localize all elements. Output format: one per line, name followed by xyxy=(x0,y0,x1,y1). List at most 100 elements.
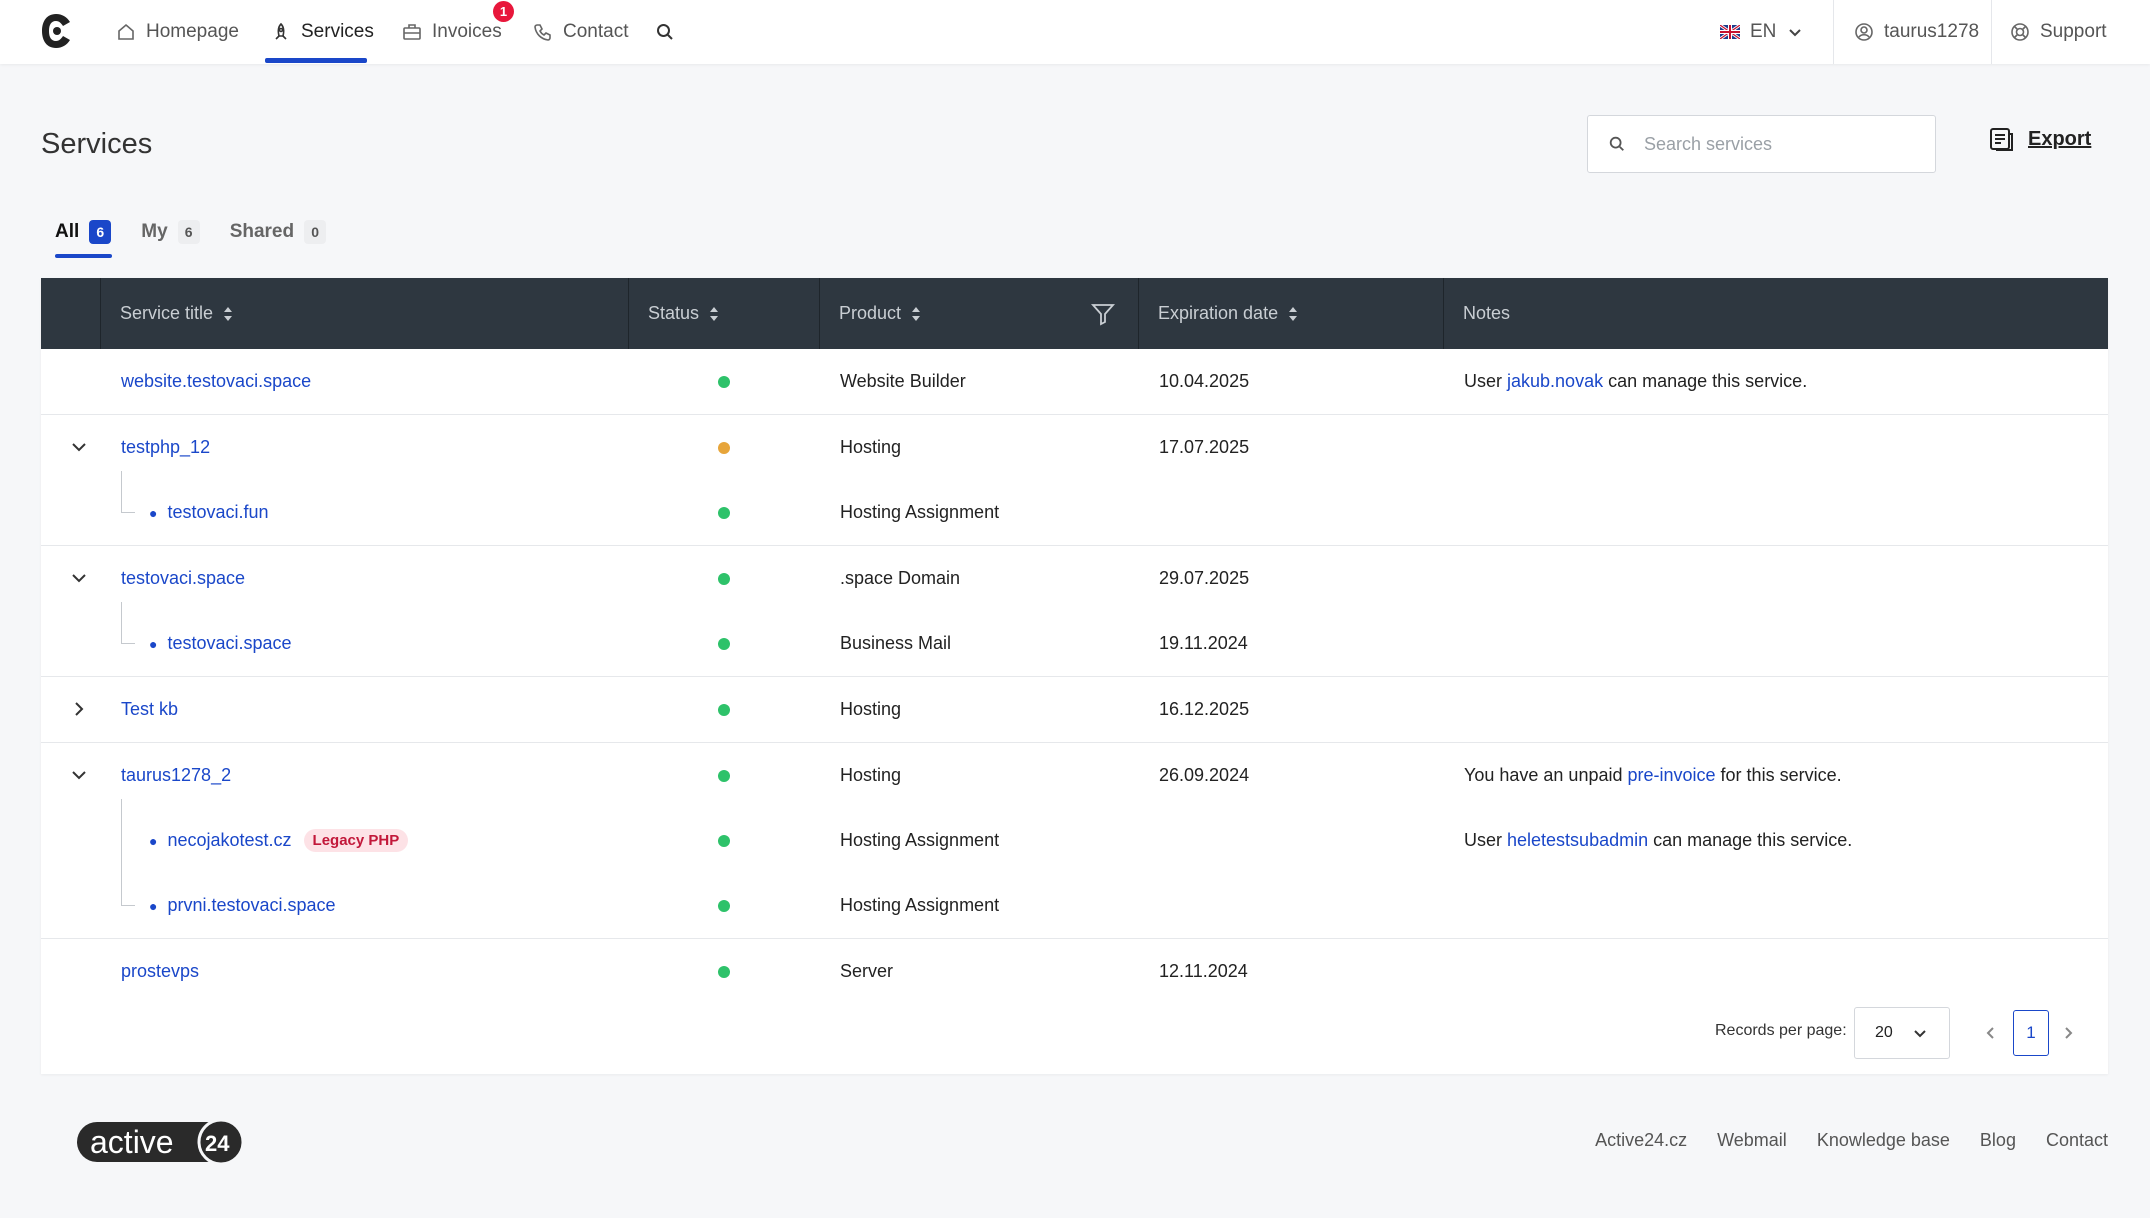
search-services-box[interactable] xyxy=(1587,115,1936,173)
records-per-page-select[interactable]: 20 xyxy=(1854,1007,1950,1059)
user-link[interactable]: heletestsubadmin xyxy=(1507,830,1648,851)
tab-my-count: 6 xyxy=(177,220,200,244)
user-menu[interactable]: taurus1278 xyxy=(1854,0,1979,64)
service-link[interactable]: website.testovaci.space xyxy=(121,371,311,392)
column-service-title-label: Service title xyxy=(120,303,214,323)
chevron-down-icon[interactable] xyxy=(69,437,89,457)
column-status[interactable]: Status xyxy=(628,278,719,349)
note-text: You have an unpaid xyxy=(1464,765,1628,785)
logo-text: active xyxy=(90,1124,174,1160)
search-icon xyxy=(657,24,673,40)
logo-icon[interactable] xyxy=(40,12,72,50)
status-active-dot xyxy=(718,506,730,519)
nav-search[interactable] xyxy=(655,0,675,64)
column-product-label: Product xyxy=(839,303,902,323)
chevron-down-icon[interactable] xyxy=(69,568,89,588)
phone-icon xyxy=(534,24,551,41)
column-service-title[interactable]: Service title xyxy=(100,278,233,349)
support-link[interactable]: Support xyxy=(2010,0,2107,64)
table-row: testovaci.space .space Domain 29.07.2025 xyxy=(41,546,2108,611)
logo-number: 24 xyxy=(205,1131,230,1156)
sort-icon[interactable] xyxy=(709,305,719,323)
table-row: ● prvni.testovaci.space Hosting Assignmen… xyxy=(41,873,2108,938)
footer-links: Active24.cz Webmail Knowledge base Blog … xyxy=(1595,1130,2108,1151)
column-expiration-date[interactable]: Expiration date xyxy=(1138,278,1298,349)
nav-services[interactable]: Services xyxy=(271,0,374,64)
service-group: taurus1278_2 Hosting 26.09.2024 You have… xyxy=(41,743,2108,939)
service-link[interactable]: taurus1278_2 xyxy=(121,765,231,786)
note-text: User xyxy=(1464,371,1508,391)
chevron-down-icon[interactable] xyxy=(69,765,89,785)
column-expiration-label: Expiration date xyxy=(1158,303,1279,323)
document-list-icon xyxy=(1990,128,2013,151)
chevron-down-icon xyxy=(1789,29,1802,37)
table-row: ● necojakotest.cz Legacy PHP Hosting Assig… xyxy=(41,808,2108,873)
sort-icon[interactable] xyxy=(911,305,921,323)
nav-active-indicator xyxy=(265,58,367,63)
language-selector[interactable]: EN xyxy=(1720,0,1804,64)
footer-link-webmail[interactable]: Webmail xyxy=(1717,1130,1787,1151)
notes-cell: User jakub.novak can manage this service… xyxy=(1464,349,1807,414)
column-product[interactable]: Product xyxy=(819,278,921,349)
footer-link-active24[interactable]: Active24.cz xyxy=(1595,1130,1687,1151)
service-group: Test kb Hosting 16.12.2025 xyxy=(41,677,2108,743)
service-link[interactable]: testovaci.space xyxy=(167,633,291,654)
expiration-cell: 29.07.2025 xyxy=(1159,568,1250,588)
product-cell: Hosting xyxy=(840,765,902,785)
sort-icon[interactable] xyxy=(223,305,233,323)
next-page-button[interactable] xyxy=(2050,1010,2086,1056)
nav-contact-label: Contact xyxy=(563,21,629,42)
expiration-cell: 17.07.2025 xyxy=(1159,437,1250,457)
sort-icon[interactable] xyxy=(1288,305,1298,323)
services-table: Service title Status Product Expiration … xyxy=(41,278,2108,1074)
tab-all[interactable]: All 6 xyxy=(55,220,112,244)
active24-logo[interactable]: active 24 xyxy=(76,1117,246,1173)
status-active-dot xyxy=(718,899,730,912)
service-link[interactable]: prostevps xyxy=(121,961,199,982)
nav-contact[interactable]: Contact xyxy=(533,0,628,64)
nav-divider xyxy=(1991,0,1992,64)
tab-shared[interactable]: Shared 0 xyxy=(230,220,327,244)
language-label: EN xyxy=(1750,21,1777,42)
service-link[interactable]: testphp_12 xyxy=(121,437,210,458)
chevron-right-icon[interactable] xyxy=(69,699,89,719)
product-cell: Business Mail xyxy=(840,633,952,653)
export-button[interactable]: Export xyxy=(1988,126,2091,152)
tab-my[interactable]: My 6 xyxy=(141,220,200,244)
table-row: testphp_12 Hosting 17.07.2025 xyxy=(41,415,2108,480)
status-active-dot xyxy=(718,375,730,388)
footer-link-knowledge-base[interactable]: Knowledge base xyxy=(1817,1130,1950,1151)
pre-invoice-link[interactable]: pre-invoice xyxy=(1628,765,1716,786)
search-input[interactable] xyxy=(1644,133,1904,155)
service-link[interactable]: prvni.testovaci.space xyxy=(167,895,335,916)
service-link[interactable]: necojakotest.cz xyxy=(167,830,291,851)
service-link[interactable]: Test kb xyxy=(121,699,178,720)
expiration-cell: 16.12.2025 xyxy=(1159,699,1250,719)
records-per-page-label: Records per page: xyxy=(1715,1022,1847,1039)
footer-link-blog[interactable]: Blog xyxy=(1980,1130,2016,1151)
support-label: Support xyxy=(2040,21,2107,42)
footer-link-contact[interactable]: Contact xyxy=(2046,1130,2108,1151)
expiration-cell: 10.04.2025 xyxy=(1159,371,1250,391)
lifebuoy-icon xyxy=(2011,23,2029,41)
service-group: website.testovaci.space Website Builder … xyxy=(41,349,2108,415)
page-number-button[interactable]: 1 xyxy=(2013,1010,2049,1056)
product-cell: Hosting Assignment xyxy=(840,502,1000,522)
briefcase-icon xyxy=(403,24,421,40)
product-cell: Hosting xyxy=(840,699,902,719)
expiration-cell: 26.09.2024 xyxy=(1159,765,1250,785)
previous-page-button[interactable] xyxy=(1973,1010,2009,1056)
filter-icon[interactable] xyxy=(1091,302,1115,326)
service-link[interactable]: testovaci.fun xyxy=(167,502,268,523)
nav-invoices-label: Invoices xyxy=(432,21,502,42)
column-notes-label: Notes xyxy=(1463,303,1511,323)
note-text: User xyxy=(1464,830,1508,850)
page-title: Services xyxy=(41,128,153,160)
nav-invoices[interactable]: Invoices xyxy=(402,0,502,64)
product-cell: Hosting Assignment xyxy=(840,895,1000,915)
service-link[interactable]: testovaci.space xyxy=(121,568,245,589)
uk-flag-icon xyxy=(1720,25,1740,39)
user-link[interactable]: jakub.novak xyxy=(1507,371,1603,392)
column-notes: Notes xyxy=(1443,278,1510,349)
nav-homepage[interactable]: Homepage xyxy=(116,0,239,64)
